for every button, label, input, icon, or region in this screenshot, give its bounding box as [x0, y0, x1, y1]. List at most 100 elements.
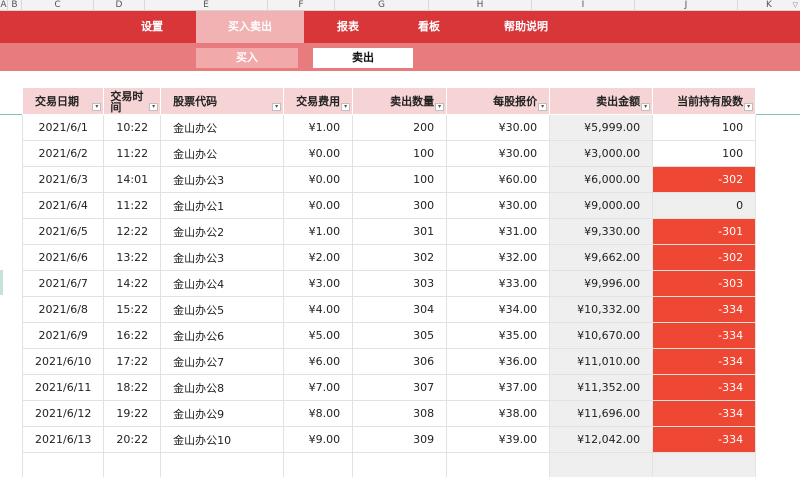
empty-cell[interactable]	[160, 452, 285, 477]
column-letter-b[interactable]: B	[8, 0, 22, 11]
stock-code-cell[interactable]: 金山办公6	[160, 322, 285, 349]
trade-fee-cell[interactable]: ¥0.00	[283, 140, 354, 167]
sell-quantity-cell[interactable]: 100	[352, 140, 448, 167]
shares-held-cell[interactable]: 100	[652, 140, 757, 167]
sell-quantity-cell[interactable]: 302	[352, 244, 448, 271]
column-letter-h[interactable]: H	[429, 0, 532, 11]
stock-code-cell[interactable]: 金山办公10	[160, 426, 285, 453]
filter-dropdown-icon[interactable]: ▾	[744, 103, 754, 111]
table-row[interactable]: 2021/6/11 18:22 金山办公8 ¥7.00 307 ¥37.00 ¥11,352…	[21, 374, 757, 401]
price-cell[interactable]: ¥60.00	[446, 166, 551, 193]
trade-time-cell[interactable]: 11:22	[103, 192, 162, 219]
sell-quantity-cell[interactable]: 309	[352, 426, 448, 453]
price-cell[interactable]: ¥30.00	[446, 114, 551, 141]
stock-code-cell[interactable]: 金山办公8	[160, 374, 285, 401]
empty-cell[interactable]	[652, 452, 757, 477]
shares-held-cell[interactable]: -302	[652, 244, 757, 271]
sell-amount-cell[interactable]: ¥6,000.00	[549, 166, 654, 193]
stock-code-cell[interactable]: 金山办公3	[160, 244, 285, 271]
trade-date-cell[interactable]: 2021/6/6	[21, 244, 105, 271]
table-row[interactable]: 2021/6/2 11:22 金山办公 ¥0.00 100 ¥30.00 ¥3,000.00…	[21, 140, 757, 167]
sell-quantity-cell[interactable]: 200	[352, 114, 448, 141]
sell-quantity-cell[interactable]: 304	[352, 296, 448, 323]
trade-time-cell[interactable]: 13:22	[103, 244, 162, 271]
stock-code-cell[interactable]: 金山办公	[160, 114, 285, 141]
column-letter-j[interactable]: J	[635, 0, 738, 11]
column-letter-a[interactable]: A	[0, 0, 8, 11]
table-row[interactable]: 2021/6/13 20:22 金山办公10 ¥9.00 309 ¥39.00 ¥12,04…	[21, 426, 757, 453]
trade-date-cell[interactable]: 2021/6/3	[21, 166, 105, 193]
stock-code-cell[interactable]: 金山办公2	[160, 218, 285, 245]
trade-fee-cell[interactable]: ¥6.00	[283, 348, 354, 375]
shares-held-cell[interactable]: -334	[652, 426, 757, 453]
trade-time-cell[interactable]: 12:22	[103, 218, 162, 245]
price-cell[interactable]: ¥30.00	[446, 192, 551, 219]
tab-help[interactable]: 帮助说明	[476, 11, 576, 43]
filter-dropdown-icon[interactable]: ▾	[149, 103, 159, 111]
price-cell[interactable]: ¥35.00	[446, 322, 551, 349]
column-letter-i[interactable]: I	[532, 0, 635, 11]
trade-fee-cell[interactable]: ¥7.00	[283, 374, 354, 401]
tab-buy-sell[interactable]: 买入卖出	[196, 11, 304, 43]
trade-time-cell[interactable]: 20:22	[103, 426, 162, 453]
trade-fee-cell[interactable]: ¥0.00	[283, 192, 354, 219]
shares-held-cell[interactable]: -301	[652, 218, 757, 245]
table-row[interactable]: 2021/6/7 14:22 金山办公4 ¥3.00 303 ¥33.00 ¥9,996.0…	[21, 270, 757, 297]
price-cell[interactable]: ¥39.00	[446, 426, 551, 453]
shares-held-cell[interactable]: 0	[652, 192, 757, 219]
filter-dropdown-icon[interactable]: ▾	[435, 103, 445, 111]
trade-time-cell[interactable]: 14:22	[103, 270, 162, 297]
filter-dropdown-icon[interactable]: ▾	[538, 103, 548, 111]
trade-fee-cell[interactable]: ¥0.00	[283, 166, 354, 193]
trade-time-cell[interactable]: 18:22	[103, 374, 162, 401]
stock-code-cell[interactable]: 金山办公9	[160, 400, 285, 427]
price-cell[interactable]: ¥31.00	[446, 218, 551, 245]
trade-time-cell[interactable]: 15:22	[103, 296, 162, 323]
trade-fee-cell[interactable]: ¥8.00	[283, 400, 354, 427]
price-cell[interactable]: ¥32.00	[446, 244, 551, 271]
trade-fee-cell[interactable]: ¥2.00	[283, 244, 354, 271]
trade-time-cell[interactable]: 19:22	[103, 400, 162, 427]
shares-held-cell[interactable]: -303	[652, 270, 757, 297]
trade-fee-cell[interactable]: ¥1.00	[283, 218, 354, 245]
sell-quantity-cell[interactable]: 308	[352, 400, 448, 427]
trade-date-cell[interactable]: 2021/6/2	[21, 140, 105, 167]
shares-held-cell[interactable]: -334	[652, 348, 757, 375]
trade-date-cell[interactable]: 2021/6/13	[21, 426, 105, 453]
table-row[interactable]: 2021/6/1 10:22 金山办公 ¥1.00 200 ¥30.00 ¥5,999.00…	[21, 114, 757, 141]
tab-dashboard[interactable]: 看板	[391, 11, 467, 43]
trade-time-cell[interactable]: 10:22	[103, 114, 162, 141]
filter-dropdown-icon[interactable]: ▾	[641, 103, 651, 111]
trade-date-cell[interactable]: 2021/6/11	[21, 374, 105, 401]
subtab-sell[interactable]: 卖出	[313, 48, 413, 68]
column-letter-g[interactable]: G	[335, 0, 429, 11]
table-row[interactable]: 2021/6/5 12:22 金山办公2 ¥1.00 301 ¥31.00 ¥9,330.0…	[21, 218, 757, 245]
tab-settings[interactable]: 设置	[114, 11, 190, 43]
sell-amount-cell[interactable]: ¥5,999.00	[549, 114, 654, 141]
table-row[interactable]: 2021/6/9 16:22 金山办公6 ¥5.00 305 ¥35.00 ¥10,670.…	[21, 322, 757, 349]
trade-date-cell[interactable]: 2021/6/7	[21, 270, 105, 297]
price-cell[interactable]: ¥36.00	[446, 348, 551, 375]
sell-quantity-cell[interactable]: 301	[352, 218, 448, 245]
price-cell[interactable]: ¥38.00	[446, 400, 551, 427]
sell-amount-cell[interactable]: ¥10,670.00	[549, 322, 654, 349]
sell-amount-cell[interactable]: ¥9,662.00	[549, 244, 654, 271]
trade-time-cell[interactable]: 17:22	[103, 348, 162, 375]
sell-quantity-cell[interactable]: 307	[352, 374, 448, 401]
shares-held-cell[interactable]: -302	[652, 166, 757, 193]
sell-amount-cell[interactable]: ¥9,996.00	[549, 270, 654, 297]
expand-triangle-icon[interactable]: ▽	[793, 1, 798, 9]
shares-held-cell[interactable]: 100	[652, 114, 757, 141]
table-row[interactable]: 2021/6/3 14:01 金山办公3 ¥0.00 100 ¥60.00 ¥6,000.0…	[21, 166, 757, 193]
column-letter-e[interactable]: E	[145, 0, 268, 11]
trade-date-cell[interactable]: 2021/6/9	[21, 322, 105, 349]
empty-table-row[interactable]	[21, 452, 757, 477]
column-letter-f[interactable]: F	[268, 0, 335, 11]
sell-quantity-cell[interactable]: 305	[352, 322, 448, 349]
trade-fee-cell[interactable]: ¥4.00	[283, 296, 354, 323]
trade-date-cell[interactable]: 2021/6/10	[21, 348, 105, 375]
shares-held-cell[interactable]: -334	[652, 400, 757, 427]
shares-held-cell[interactable]: -334	[652, 322, 757, 349]
sell-amount-cell[interactable]: ¥10,332.00	[549, 296, 654, 323]
trade-fee-cell[interactable]: ¥3.00	[283, 270, 354, 297]
